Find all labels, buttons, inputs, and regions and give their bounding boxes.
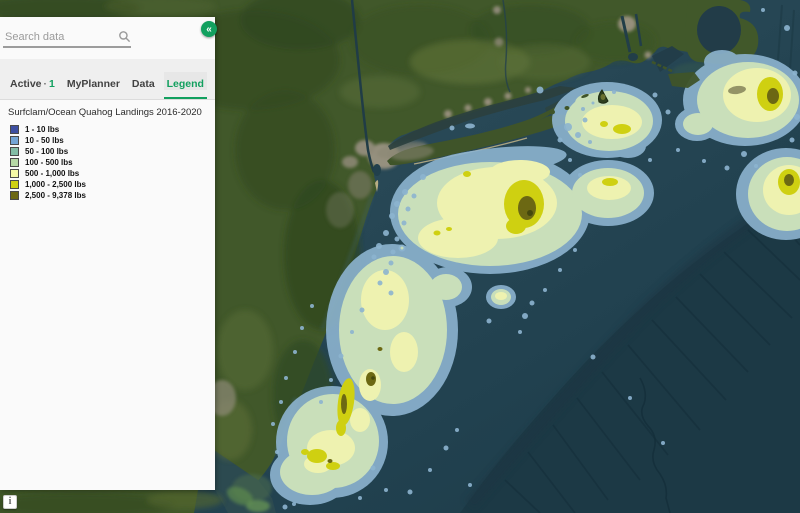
- legend-label: 2,500 - 9,378 lbs: [25, 191, 86, 200]
- map-info-button[interactable]: i: [3, 495, 17, 509]
- legend-label: 500 - 1,000 lbs: [25, 169, 80, 178]
- legend-list: 1 - 10 lbs 10 - 50 lbs 50 - 100 lbs 100 …: [8, 124, 207, 201]
- legend-swatch: [10, 180, 19, 189]
- active-count-badge: 1: [49, 78, 55, 90]
- tab-myplanner[interactable]: MyPlanner: [67, 78, 120, 90]
- tab-bar: Active · 1 MyPlanner Data Legend: [0, 59, 215, 100]
- legend-swatch: [10, 125, 19, 134]
- tab-legend[interactable]: Legend: [163, 72, 208, 99]
- legend-item: 100 - 500 lbs: [8, 157, 207, 168]
- legend-label: 50 - 100 lbs: [25, 147, 69, 156]
- legend-swatch: [10, 147, 19, 156]
- legend-swatch: [10, 169, 19, 178]
- search-icon: [119, 31, 131, 43]
- legend-label: 100 - 500 lbs: [25, 158, 73, 167]
- map-app: i « Active·1 MyPlanner Data Legend Surfc…: [0, 0, 800, 513]
- legend-item: 1 - 10 lbs: [8, 124, 207, 135]
- legend-label: 1,000 - 2,500 lbs: [25, 180, 86, 189]
- sidebar: « Active·1 MyPlanner Data Legend Surfcla…: [0, 17, 217, 490]
- search-section: «: [0, 17, 217, 56]
- collapse-icon: «: [206, 23, 212, 35]
- legend-label: 10 - 50 lbs: [25, 136, 64, 145]
- legend-title: Surfclam/Ocean Quahog Landings 2016-2020: [8, 107, 202, 118]
- legend-item: 500 - 1,000 lbs: [8, 168, 207, 179]
- search-input[interactable]: [3, 28, 131, 48]
- legend-item: 2,500 - 9,378 lbs: [8, 190, 207, 201]
- legend-item: 1,000 - 2,500 lbs: [8, 179, 207, 190]
- legend-item: 10 - 50 lbs: [8, 135, 207, 146]
- tab-active[interactable]: Active · 1: [10, 78, 55, 90]
- legend-swatch: [10, 158, 19, 167]
- legend-item: 50 - 100 lbs: [8, 146, 207, 157]
- legend-label: 1 - 10 lbs: [25, 125, 60, 134]
- collapse-sidebar-button[interactable]: «: [201, 21, 217, 37]
- legend-panel: Surfclam/Ocean Quahog Landings 2016-2020…: [0, 100, 215, 201]
- legend-swatch: [10, 191, 19, 200]
- tab-data[interactable]: Data: [132, 78, 155, 90]
- legend-swatch: [10, 136, 19, 145]
- block-island: [600, 94, 606, 100]
